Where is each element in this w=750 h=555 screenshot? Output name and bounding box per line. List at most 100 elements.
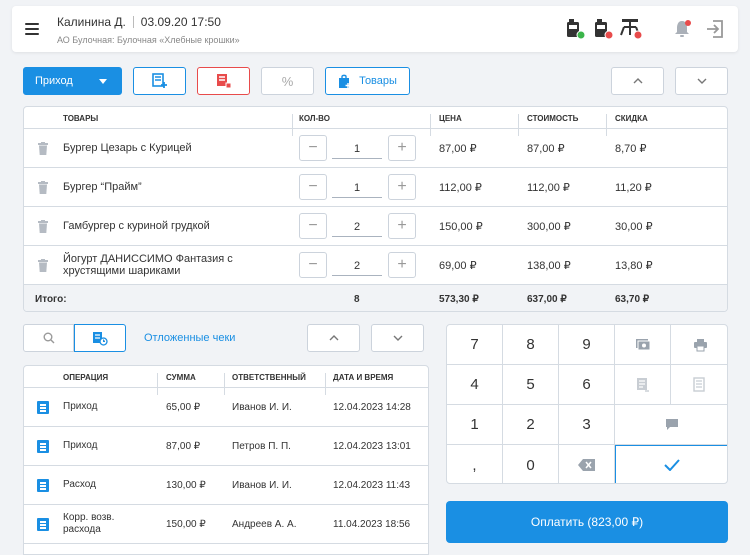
chevron-up-icon [329,335,338,341]
confirm-key[interactable] [615,445,727,483]
numpad-key[interactable]: 4 [447,365,503,405]
numpad-key[interactable]: 0 [503,445,559,483]
trash-icon[interactable] [38,181,48,194]
goods-price: 87,00 ₽ [439,142,477,155]
deferred-receipts-toggle[interactable] [74,324,126,352]
goods-button-label: Товары [359,75,397,87]
search-button[interactable] [23,324,74,352]
qty-decrement-button[interactable]: − [299,135,327,161]
caret-down-icon [99,79,107,84]
qty-increment-button[interactable]: + [388,252,416,278]
numpad-key[interactable]: 5 [503,365,559,405]
cash-payment-key[interactable] [615,325,671,365]
receipt-clock-icon [93,331,108,346]
goods-name: Бургер “Прайм” [63,181,142,193]
numpad-key[interactable]: 7 [447,325,503,365]
scroll-up-button[interactable] [611,67,664,95]
fiscal-register-ok-icon[interactable] [567,18,587,40]
menu-icon[interactable] [25,23,39,35]
qty-increment-button[interactable]: + [388,135,416,161]
qty-input[interactable]: 2 [332,213,382,237]
operation-sum: 87,00 ₽ [166,440,201,452]
cash-icon [635,339,650,351]
plus-icon: + [397,178,407,195]
trash-icon[interactable] [38,142,48,155]
goods-price: 150,00 ₽ [439,220,483,233]
deferred-receipts-link[interactable]: Отложенные чеки [144,332,235,344]
minus-icon: − [308,256,318,273]
col-sum: СУММА [166,373,196,382]
delete-receipt-button[interactable] [197,67,250,95]
operations-table-header: ОПЕРАЦИЯ СУММА ОТВЕТСТВЕННЫЙ ДАТА И ВРЕМ… [24,366,428,395]
logout-icon[interactable] [705,18,725,40]
qty-decrement-button[interactable]: − [299,252,327,278]
goods-discount: 13,80 ₽ [615,259,653,272]
qty-decrement-button[interactable]: − [299,174,327,200]
col-price: ЦЕНА [439,114,462,123]
qty-input[interactable]: 2 [332,252,382,276]
goods-table: ТОВАРЫ КОЛ-ВО ЦЕНА СТОИМОСТЬ СКИДКА Бург… [23,106,728,312]
numpad-key[interactable]: 2 [503,405,559,445]
operation-type-label: Приход [35,75,73,87]
numpad-key[interactable]: 1 [447,405,503,445]
search-icon [43,332,54,344]
trash-icon[interactable] [38,259,48,272]
goods-row: Бургер Цезарь с Курицей − 1 + 87,00 ₽ 87… [24,129,727,168]
ops-scroll-up-button[interactable] [307,324,360,352]
pay-button[interactable]: Оплатить (823,00 ₽) [446,501,728,543]
print-key[interactable] [671,325,727,365]
numpad: 789 456 123,0 [446,324,728,484]
col-goods: ТОВАРЫ [63,114,99,123]
operation-row[interactable]: Корр. возв. расхода 150,00 ₽ Андреев А. … [24,505,428,544]
numpad-key[interactable]: 9 [559,325,615,365]
printer-icon [693,338,707,351]
trash-icon[interactable] [38,220,48,233]
operation-row[interactable]: Приход 87,00 ₽ Петров П. П. 12.04.2023 1… [24,427,428,466]
goods-cost: 87,00 ₽ [527,142,565,155]
fiscal-register-error-icon[interactable] [595,18,615,40]
col-cost: СТОИМОСТЬ [527,114,579,123]
total-price: 573,30 ₽ [439,294,479,305]
notifications-bell-icon[interactable] [673,18,693,40]
operation-type: Приход [63,401,98,412]
receipt-key[interactable] [615,365,671,405]
numpad-key[interactable]: 8 [503,325,559,365]
qty-increment-button[interactable]: + [388,174,416,200]
ops-scroll-down-button[interactable] [371,324,424,352]
numpad-key[interactable]: 6 [559,365,615,405]
network-error-icon[interactable] [619,18,643,40]
operation-type: Приход [63,440,98,451]
col-discount: СКИДКА [615,114,648,123]
qty-input[interactable]: 1 [332,174,382,198]
operation-row[interactable]: Приход 65,00 ₽ Иванов И. И. 12.04.2023 1… [24,388,428,427]
scroll-down-button[interactable] [675,67,728,95]
operation-type-dropdown[interactable]: Приход [23,67,122,95]
col-operation: ОПЕРАЦИЯ [63,373,109,382]
operation-sum: 130,00 ₽ [166,479,206,491]
qty-decrement-button[interactable]: − [299,213,327,239]
operation-datetime: 12.04.2023 11:43 [333,479,411,491]
operation-row[interactable]: Расход 130,00 ₽ Иванов И. И. 12.04.2023 … [24,466,428,505]
goods-total-row: Итого: 8 573,30 ₽ 637,00 ₽ 63,70 ₽ [24,285,727,311]
operation-responsible: Андреев А. А. [232,518,297,530]
qty-increment-button[interactable]: + [388,213,416,239]
goods-row: Гамбургер с куриной грудкой − 2 + 150,00… [24,207,727,246]
goods-price: 112,00 ₽ [439,181,482,194]
operation-datetime: 11.04.2023 18:56 [333,518,411,530]
numpad-key[interactable]: 3 [559,405,615,445]
comment-key[interactable] [615,405,727,445]
numpad-key[interactable]: , [447,445,503,483]
goods-catalog-button[interactable]: Товары [325,67,410,95]
col-responsible: ОТВЕТСТВЕННЫЙ [232,373,306,382]
add-receipt-button[interactable] [133,67,186,95]
minus-icon: − [308,139,318,156]
organization-name: АО Булочная: Булочная «Хлебные крошки» [57,35,240,45]
total-label: Итого: [35,294,67,305]
backspace-key[interactable] [559,445,615,483]
goods-price: 69,00 ₽ [439,259,477,272]
discount-button[interactable]: % [261,67,314,95]
operations-table: ОПЕРАЦИЯ СУММА ОТВЕТСТВЕННЫЙ ДАТА И ВРЕМ… [23,365,429,555]
report-key[interactable] [671,365,727,405]
qty-input[interactable]: 1 [332,135,382,159]
plus-icon: + [397,139,407,156]
